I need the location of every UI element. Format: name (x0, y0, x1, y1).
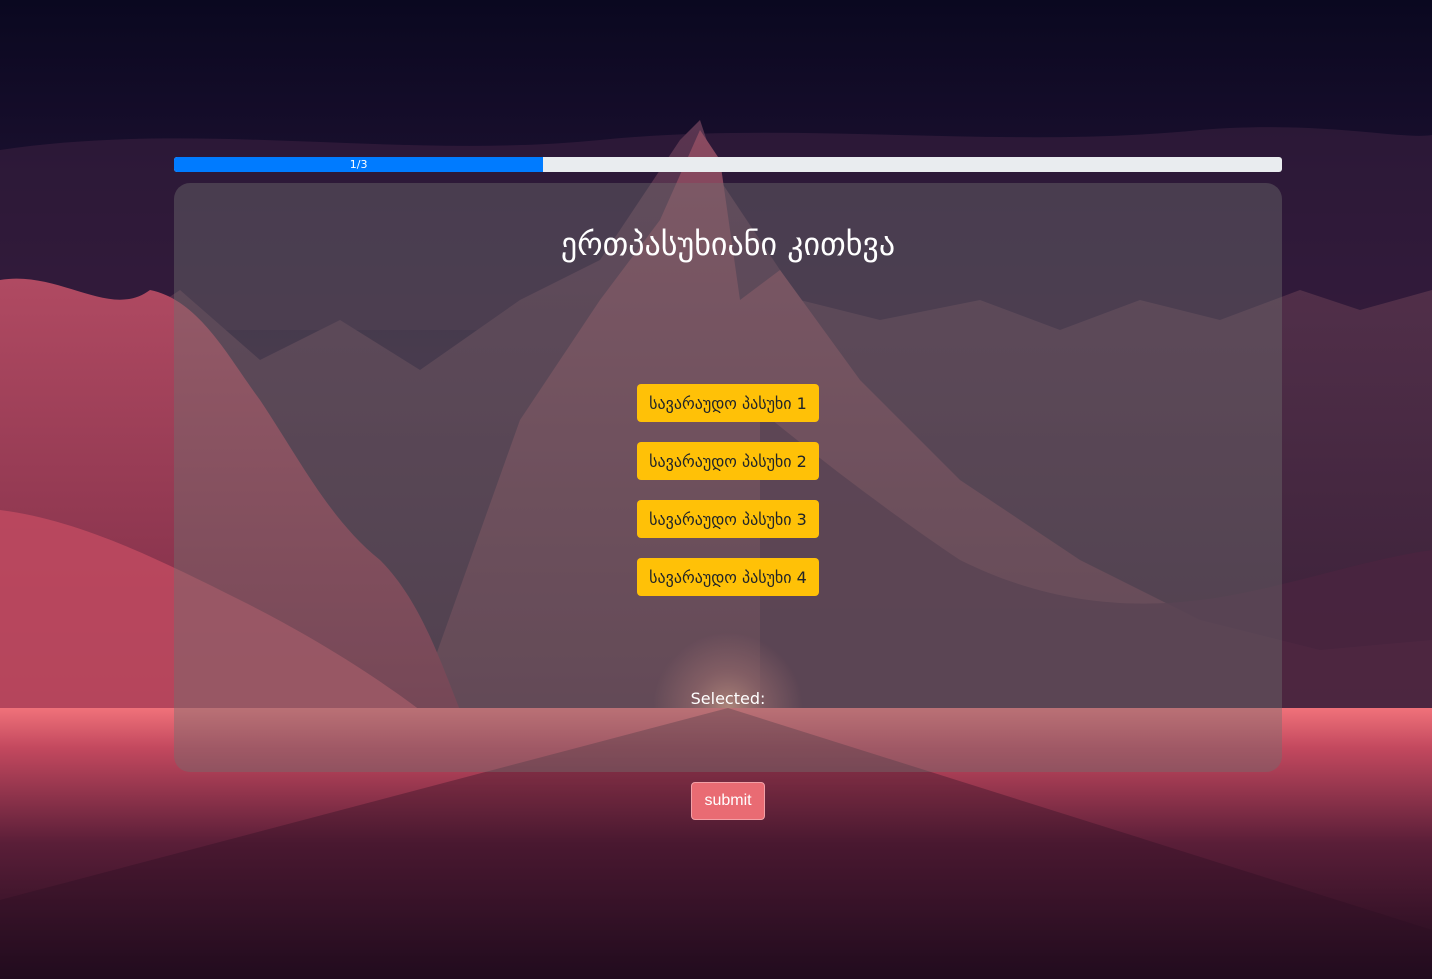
progress-bar-fill: 1/3 (174, 157, 544, 172)
progress-label: 1/3 (349, 158, 368, 171)
answer-option-4[interactable]: სავარაუდო პასუხი 4 (637, 558, 819, 596)
question-card: ერთპასუხიანი კითხვა სავარაუდო პასუხი 1 ს… (174, 183, 1282, 772)
answer-list: სავარაუდო პასუხი 1 სავარაუდო პასუხი 2 სა… (174, 384, 1282, 596)
answer-option-2[interactable]: სავარაუდო პასუხი 2 (637, 442, 819, 480)
answer-option-1[interactable]: სავარაუდო პასუხი 1 (637, 384, 819, 422)
answer-option-3[interactable]: სავარაუდო პასუხი 3 (637, 500, 819, 538)
selected-answer-label: Selected: (690, 689, 766, 708)
progress-bar: 1/3 (174, 157, 1282, 172)
submit-button[interactable]: submit (691, 782, 765, 820)
question-title: ერთპასუხიანი კითხვა (560, 225, 896, 263)
